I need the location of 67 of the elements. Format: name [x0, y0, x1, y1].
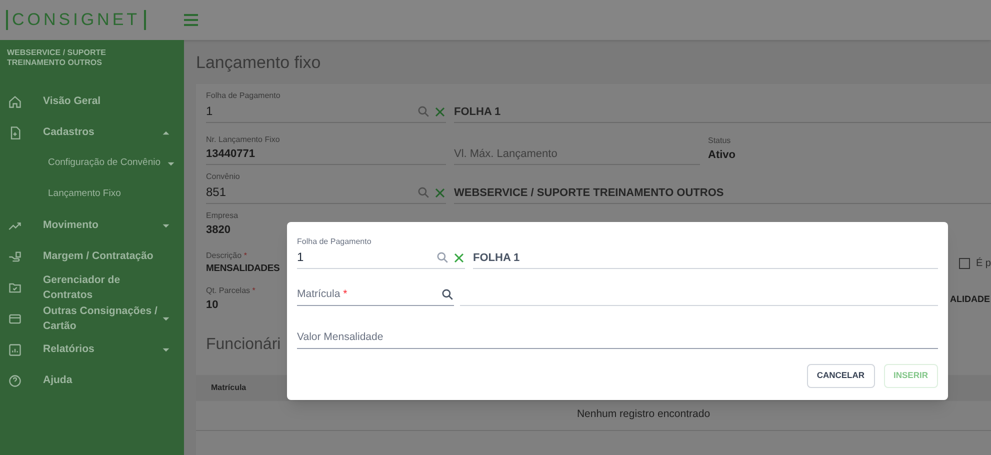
- sidebar-item[interactable]: Margem / Contratação: [0, 241, 184, 272]
- sidebar-item[interactable]: Ajuda: [0, 365, 184, 396]
- field-label: Descrição *: [206, 250, 248, 262]
- sidebar-item[interactable]: Outras Consignações / Cartão: [0, 303, 184, 334]
- submenu-item[interactable]: Configuração de Convênio: [0, 148, 184, 179]
- lookup-field[interactable]: Folha de Pagamento 1: [297, 236, 465, 269]
- field-label: Nr. Lançamento Fixo: [206, 134, 281, 146]
- input-field[interactable]: Matrícula *: [297, 287, 454, 306]
- search-icon[interactable]: [441, 288, 454, 302]
- caret-icon: [162, 222, 170, 230]
- menu-icon[interactable]: [184, 14, 198, 26]
- sidebar-item[interactable]: Visão Geral: [0, 86, 184, 117]
- column-header: Matrícula: [211, 382, 246, 394]
- lookup-field[interactable]: Folha de Pagamento 1: [206, 90, 446, 123]
- text-field[interactable]: Empresa 3820: [206, 210, 286, 238]
- help-icon: [8, 374, 22, 388]
- folder-icon: [8, 280, 22, 294]
- sidebar-item[interactable]: Movimento: [0, 210, 184, 241]
- logo: CONSIGNET: [6, 10, 146, 30]
- empty-message: Nenhum registro encontrado: [576, 407, 710, 422]
- text-field[interactable]: Nr. Lançamento Fixo 13440771: [206, 134, 406, 162]
- field-label: Folha de Pagamento: [297, 236, 372, 248]
- close-icon[interactable]: [434, 106, 446, 118]
- checkbox[interactable]: [958, 258, 970, 269]
- text-field[interactable]: Qt. Parcelas * 10: [206, 285, 281, 314]
- field-label: Status: [708, 135, 732, 147]
- organization-name: WEBSERVICE / SUPORTE TREINAMENTO OUTROS: [6, 48, 107, 68]
- close-icon[interactable]: [453, 252, 465, 264]
- field-label: Empresa: [206, 210, 240, 222]
- caret-icon: [162, 128, 170, 136]
- text-field[interactable]: Descrição * MENSALIDADES: [206, 250, 280, 277]
- field-value: 1: [297, 249, 305, 266]
- text-field[interactable]: Status Ativo: [708, 135, 788, 164]
- lookup-field[interactable]: Convênio 851: [206, 171, 446, 204]
- field-value: Ativo: [708, 148, 736, 163]
- input-field[interactable]: Valor Mensalidade: [297, 330, 938, 348]
- card-icon: [8, 312, 22, 326]
- field-value: 10: [206, 298, 220, 314]
- checkbox-label: É p: [976, 256, 991, 271]
- sidebar-item[interactable]: Gerenciador de Contratos: [0, 272, 184, 303]
- close-icon[interactable]: [434, 186, 446, 198]
- field-value: 3820: [206, 223, 232, 238]
- description-field: WEBSERVICE / SUPORTE TREINAMENTO OUTROS: [454, 184, 991, 204]
- cancel-button[interactable]: CANCELAR: [806, 364, 875, 388]
- caret-icon: [162, 314, 170, 322]
- field-value: 1: [206, 103, 214, 120]
- file-icon: [8, 126, 22, 140]
- page-title: Lançamento fixo: [196, 52, 322, 74]
- description-field: FOLHA 1: [473, 250, 938, 269]
- caret-icon: [162, 346, 170, 354]
- section-title: Funcionári: [206, 334, 281, 354]
- field-value: ALIDADE: [950, 292, 991, 306]
- home-icon: [8, 94, 22, 108]
- input-field[interactable]: Vl. Máx. Lançamento: [454, 146, 700, 165]
- chart-icon: [8, 342, 22, 356]
- field-value: 851: [206, 184, 228, 201]
- caret-icon: [166, 160, 174, 168]
- sidebar-item[interactable]: Relatórios: [0, 334, 184, 365]
- submenu-item[interactable]: Lançamento Fixo: [0, 179, 184, 210]
- field-value: 13440771: [206, 146, 256, 162]
- description-field: FOLHA 1: [454, 104, 991, 123]
- field-label: Qt. Parcelas *: [206, 285, 256, 298]
- field-label: Folha de Pagamento: [206, 90, 282, 102]
- field-label: Convênio: [206, 171, 241, 183]
- hand-icon: [8, 250, 22, 264]
- field-value: MENSALIDADES: [206, 262, 280, 276]
- sidebar-item[interactable]: Cadastros: [0, 117, 184, 148]
